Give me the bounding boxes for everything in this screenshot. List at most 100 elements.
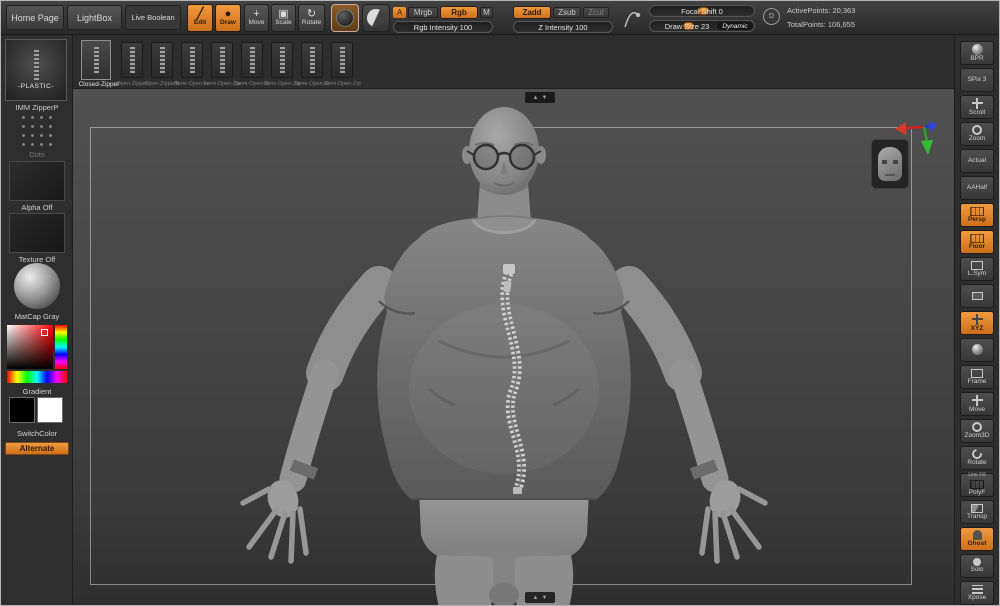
scroll-button[interactable]: Scroll [960,95,994,119]
zipper-thumb-icon [130,47,135,73]
rotate-label: Rotate [302,20,321,27]
transp-label: Transp [967,514,987,521]
z-intensity-slider[interactable]: Z Intensity 100 [513,21,613,33]
focal-shift-slider[interactable]: Focal Shift 0 [649,5,755,17]
sculpt-model-figure[interactable] [73,89,956,606]
zsub-button[interactable]: Zsub [553,7,581,18]
alternate-button[interactable]: Alternate [5,442,69,455]
rgb-intensity-slider[interactable]: Rgb Intensity 100 [393,21,493,33]
tool-head-eye [893,160,898,164]
alpha-selector[interactable] [9,161,65,201]
frame-icon [971,369,983,378]
material-sphere[interactable] [14,263,60,309]
zipper-thumb-icon [220,47,225,73]
floor-grid-icon [970,234,984,243]
a-chip[interactable]: A [393,7,406,18]
tray-item[interactable] [121,42,143,78]
lazy-mouse-icon[interactable] [623,5,641,31]
canvas-scroll-widget-top[interactable]: ▲ ▼ [525,92,555,103]
transp-button[interactable]: Transp [960,500,994,524]
z-intensity-text: Z Intensity 100 [538,23,587,32]
tray-item[interactable] [181,42,203,78]
live-boolean-toggle[interactable]: Live Boolean [125,5,181,30]
pivot-button[interactable] [960,338,994,362]
m-button[interactable]: M [480,7,493,18]
color-picker[interactable] [7,325,67,385]
frame-label: Frame [968,379,987,386]
lightbox-button[interactable]: LightBox [67,5,122,30]
move-canvas-button[interactable]: Move [960,392,994,416]
bpr-button[interactable]: BPR [960,41,994,65]
tray-item[interactable] [331,42,353,78]
tray-item[interactable] [151,42,173,78]
scale-label: Scale [275,20,291,27]
floor-button[interactable]: Floor [960,230,994,254]
stroke-dots-icon[interactable] [17,111,57,149]
rotate-button[interactable]: ↻ Rotate [298,4,325,32]
tray-item[interactable] [241,42,263,78]
xyz-button[interactable]: XYZ [960,311,994,335]
move-button[interactable]: + Move [244,4,269,32]
zcut-button[interactable]: Zcut [583,7,609,18]
solo-label: Solo [970,567,983,574]
home-page-button[interactable]: Home Page [6,5,64,30]
frame-button[interactable]: Frame [960,365,994,389]
polyframe-label: PolyF [969,490,986,497]
actual-button[interactable]: Actual [960,149,994,173]
rotate-canvas-label: Rotate [967,460,986,467]
gyro-dial-icon[interactable]: D [763,8,780,25]
polyframe-button[interactable]: Line FillPolyF [960,473,994,497]
draw-label: Draw [220,20,236,27]
draw-button[interactable]: ● Draw [215,4,241,32]
tray-item[interactable] [271,42,293,78]
tray-item-closed-zipper[interactable] [81,40,111,80]
spix-slider[interactable]: SPix 3 [960,68,994,92]
scroll-cross-icon [972,98,983,109]
current-brush-thumbnail[interactable]: -PLASTIC- [5,39,67,101]
tray-item[interactable] [301,42,323,78]
hue-strip-vertical[interactable] [55,325,67,369]
zadd-button[interactable]: Zadd [513,6,551,19]
main-color-swatch[interactable] [9,397,35,423]
zipper-thumb-icon [94,47,99,73]
dynamic-mode-badge[interactable]: Dynamic [717,22,753,30]
hue-strip-horizontal[interactable] [7,371,67,383]
stroke-label: Dots [1,150,73,159]
zoom3d-button[interactable]: Zoom3D [960,419,994,443]
alpha-label: Alpha Off [1,203,73,212]
document-canvas[interactable]: ▲ ▼ ▲ ▼ [73,89,956,606]
switchcolor-label: SwitchColor [1,429,73,438]
ghost-button[interactable]: Ghost [960,527,994,551]
zoom-button[interactable]: Zoom [960,122,994,146]
local-symmetry-button[interactable]: L.Sym [960,257,994,281]
tray-item[interactable] [211,42,233,78]
brush-overlay-text: -PLASTIC- [18,83,54,90]
zipper-thumb-icon [160,47,165,73]
stroke-preview-button[interactable] [331,4,359,32]
saturation-value-square[interactable] [7,325,53,369]
edit-button[interactable]: ╱ Edit [187,4,213,32]
axis-y-arrow [921,140,933,155]
draw-size-slider[interactable]: Draw Size 23 Dynamic [649,20,755,32]
xpose-label: Xpose [968,595,986,602]
texture-selector[interactable] [9,213,65,253]
rotate-canvas-button[interactable]: Rotate [960,446,994,470]
lsym-label: L.Sym [968,271,986,278]
axis-gizmo[interactable] [893,117,939,159]
persp-button[interactable]: Persp [960,203,994,227]
local-button[interactable] [960,284,994,308]
xpose-button[interactable]: Xpose [960,581,994,605]
rgb-button[interactable]: Rgb [440,6,478,19]
solo-button[interactable]: Solo [960,554,994,578]
color-selector-marker [41,329,48,336]
left-shelf: -PLASTIC- IMM ZipperP Dots Alpha Off Tex… [1,35,73,606]
scale-button[interactable]: ▣ Scale [271,4,296,32]
move-label: Move [249,20,265,27]
canvas-scroll-widget-bottom[interactable]: ▲ ▼ [525,592,555,603]
move-canvas-label: Move [969,407,985,414]
secondary-color-swatch[interactable] [37,397,63,423]
aahalf-button[interactable]: AAHalf [960,176,994,200]
sphere-preview-button[interactable] [362,4,390,32]
mrgb-button[interactable]: Mrgb [408,7,438,18]
top-toolbar: Home Page LightBox Live Boolean ╱ Edit ●… [1,1,1000,35]
